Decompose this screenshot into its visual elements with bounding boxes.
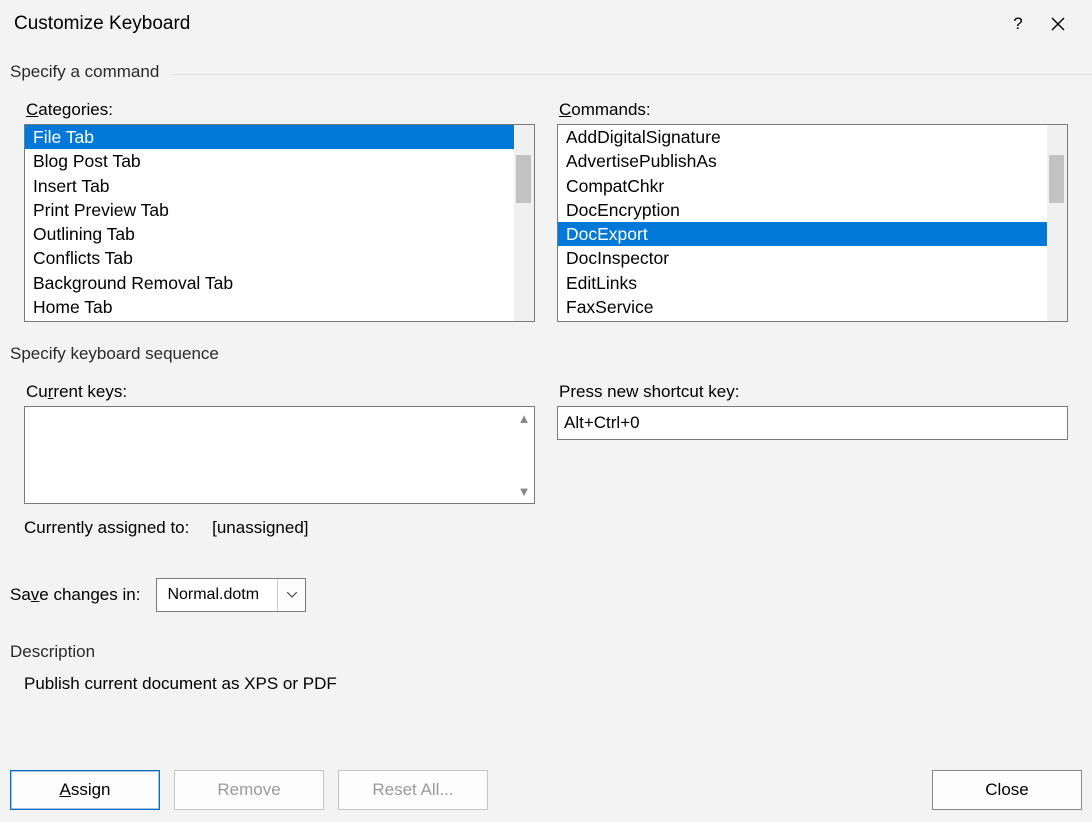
save-changes-value: Normal.dotm	[157, 579, 277, 611]
assign-button[interactable]: Assign	[10, 770, 160, 810]
list-item[interactable]: Print Preview Tab	[25, 198, 514, 222]
list-item[interactable]: DocExport	[558, 222, 1047, 246]
save-changes-label: SavSave changes in:	[10, 585, 140, 605]
list-item[interactable]: Home Tab	[25, 295, 514, 319]
list-item[interactable]: Background Removal Tab	[25, 271, 514, 295]
scrollbar-thumb[interactable]	[516, 155, 531, 203]
press-new-label: Press new shortcut key:ew shortcut key:	[559, 382, 1068, 402]
close-button[interactable]: Close	[932, 770, 1082, 810]
list-item[interactable]: Blog Post Tab	[25, 149, 514, 173]
description-label: Description	[0, 612, 1092, 670]
save-changes-select[interactable]: Normal.dotm	[156, 578, 306, 612]
list-item[interactable]: AdvertisePublishAs	[558, 149, 1047, 173]
list-item[interactable]: Outlining Tab	[25, 222, 514, 246]
list-item[interactable]: DocEncryption	[558, 198, 1047, 222]
list-item[interactable]: Insert Tab	[25, 174, 514, 198]
close-icon[interactable]	[1038, 9, 1078, 39]
remove-button: Remove	[174, 770, 324, 810]
chevron-down-icon[interactable]	[277, 579, 305, 611]
scroll-up-icon[interactable]: ▲	[518, 411, 531, 426]
description-text: Publish current document as XPS or PDF	[0, 670, 1092, 694]
list-item[interactable]: FaxService	[558, 295, 1047, 319]
title-bar: Customize Keyboard ?	[0, 0, 1092, 44]
categories-label: Categories:	[26, 100, 535, 120]
current-keys-label: Currrent keys:rent keys:	[26, 382, 535, 402]
list-item[interactable]: DocInspector	[558, 246, 1047, 270]
current-keys-listbox[interactable]: ▲ ▼	[24, 406, 535, 504]
reset-all-button[interactable]: Reset All...	[338, 770, 488, 810]
shortcut-input[interactable]	[557, 406, 1068, 440]
scroll-down-icon[interactable]: ▼	[518, 484, 531, 499]
specify-sequence-label: Specify keyboard sequence	[0, 322, 1092, 370]
scrollbar[interactable]	[1047, 125, 1067, 321]
list-item[interactable]: AddDigitalSignature	[558, 125, 1047, 149]
categories-listbox[interactable]: File TabBlog Post TabInsert TabPrint Pre…	[24, 124, 535, 322]
commands-label: Commands:	[559, 100, 1068, 120]
scrollbar[interactable]	[514, 125, 534, 321]
scroll-arrows: ▲ ▼	[514, 407, 534, 503]
commands-listbox[interactable]: AddDigitalSignatureAdvertisePublishAsCom…	[557, 124, 1068, 322]
list-item[interactable]: File Tab	[25, 125, 514, 149]
list-item[interactable]: EditLinks	[558, 271, 1047, 295]
assigned-to-value: [unassigned]	[212, 518, 308, 537]
scrollbar-thumb[interactable]	[1049, 155, 1064, 203]
help-icon[interactable]: ?	[998, 9, 1038, 39]
assigned-to-label: Currently assigned to:	[24, 518, 189, 537]
dialog-title: Customize Keyboard	[14, 13, 998, 35]
list-item[interactable]: CompatChkr	[558, 174, 1047, 198]
list-item[interactable]: Conflicts Tab	[25, 246, 514, 270]
specify-command-label: Specify a command	[0, 44, 1092, 88]
